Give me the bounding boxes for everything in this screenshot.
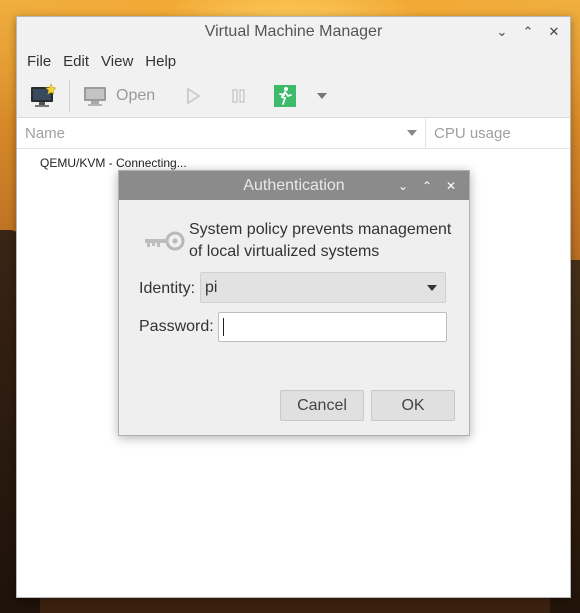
toolbar: Open: [17, 75, 570, 118]
menu-file[interactable]: File: [21, 53, 57, 70]
run-button[interactable]: [177, 80, 209, 112]
window-controls: ⌄ ⌃ ✕: [492, 17, 564, 47]
identity-label: Identity:: [139, 280, 196, 297]
key-icon: [145, 231, 185, 251]
column-cpu[interactable]: CPU usage: [426, 118, 511, 148]
identity-select[interactable]: pi: [200, 272, 446, 303]
dialog-titlebar[interactable]: Authentication ⌄ ⌃ ✕: [119, 171, 469, 200]
close-icon[interactable]: ✕: [544, 22, 564, 42]
identity-value: pi: [205, 278, 218, 296]
text-caret: [223, 318, 224, 336]
connection-row[interactable]: QEMU/KVM - Connecting...: [40, 156, 187, 170]
menu-view[interactable]: View: [95, 53, 139, 70]
window-titlebar[interactable]: Virtual Machine Manager ⌄ ⌃ ✕: [17, 17, 570, 47]
dialog-controls: ⌄ ⌃ ✕: [393, 171, 461, 200]
dialog-minimize-icon[interactable]: ⌄: [393, 176, 413, 196]
dialog-maximize-icon[interactable]: ⌃: [417, 176, 437, 196]
toolbar-separator: [69, 80, 70, 112]
column-name[interactable]: Name: [17, 118, 426, 148]
new-vm-icon: [31, 83, 57, 107]
cancel-button[interactable]: Cancel: [280, 390, 364, 421]
chevron-down-icon: [427, 284, 437, 291]
list-header: Name CPU usage: [17, 118, 570, 149]
chevron-down-icon: [317, 93, 328, 99]
window-title: Virtual Machine Manager: [204, 23, 383, 40]
open-label: Open: [116, 87, 156, 104]
column-cpu-label: CPU usage: [434, 124, 511, 142]
authentication-dialog: Authentication ⌄ ⌃ ✕ System policy preve…: [118, 170, 470, 436]
ok-button[interactable]: OK: [371, 390, 455, 421]
dialog-message: System policy prevents management of loc…: [141, 219, 451, 263]
message-line-2: of local virtualized systems: [189, 243, 380, 260]
column-name-label: Name: [25, 124, 66, 142]
menu-edit[interactable]: Edit: [57, 53, 95, 70]
password-field[interactable]: [218, 312, 447, 342]
open-button[interactable]: Open: [78, 80, 173, 112]
pause-button[interactable]: [223, 80, 255, 112]
maximize-icon[interactable]: ⌃: [518, 22, 538, 42]
message-line-1: System policy prevents management: [189, 221, 452, 238]
dialog-close-icon[interactable]: ✕: [441, 176, 461, 196]
new-vm-button[interactable]: [25, 80, 61, 112]
minimize-icon[interactable]: ⌄: [492, 22, 512, 42]
dialog-title: Authentication: [243, 176, 345, 194]
play-icon: [187, 87, 201, 105]
shutdown-button[interactable]: [269, 80, 301, 112]
exit-running-man-icon: [274, 85, 297, 107]
menu-help[interactable]: Help: [139, 53, 182, 70]
shutdown-menu-button[interactable]: [313, 80, 331, 112]
monitor-icon: [84, 87, 106, 106]
sort-arrow-icon[interactable]: [407, 130, 417, 136]
password-label: Password:: [139, 318, 214, 335]
menubar: File Edit View Help: [17, 47, 570, 75]
pause-icon: [232, 89, 245, 103]
